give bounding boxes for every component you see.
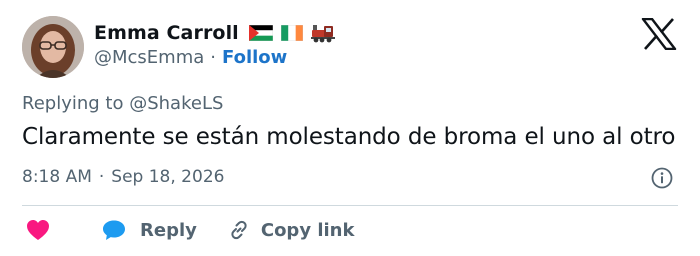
tweet-time[interactable]: 8:18 AM (22, 167, 92, 187)
author-display-name[interactable]: Emma Carroll (94, 22, 239, 44)
link-icon (231, 220, 247, 240)
author-handle[interactable]: @McsEmma (94, 47, 204, 68)
reply-button[interactable]: Reply (102, 219, 197, 241)
author-handle-row: @McsEmma · Follow (94, 47, 287, 68)
tweet-text: Claramente se están molestando de broma … (22, 124, 676, 150)
author-name-row: Emma Carroll (94, 20, 335, 46)
separator-dot: · (98, 167, 105, 187)
reply-label: Reply (140, 219, 197, 241)
avatar[interactable] (22, 16, 84, 78)
separator-dot: · (210, 47, 217, 68)
palestine-flag-icon (248, 25, 273, 41)
replying-to-line: Replying to @ShakeLS (22, 93, 223, 114)
replying-prefix: Replying to (22, 93, 124, 114)
heart-icon (27, 220, 49, 240)
locomotive-icon (310, 25, 335, 43)
follow-button[interactable]: Follow (222, 47, 287, 68)
divider (22, 205, 678, 206)
replying-to-mention[interactable]: @ShakeLS (129, 93, 223, 114)
copy-link-label: Copy link (260, 219, 355, 241)
author-flag-emojis (248, 23, 335, 43)
tweet-actions-bar: Reply Copy link (26, 216, 354, 244)
x-logo-icon[interactable] (641, 18, 677, 50)
info-icon[interactable] (650, 166, 674, 190)
reply-bubble-icon (103, 220, 125, 240)
tweet-timestamp[interactable]: 8:18 AM · Sep 18, 2026 (22, 167, 224, 187)
copy-link-button[interactable]: Copy link (227, 218, 355, 242)
ireland-flag-icon (280, 25, 303, 41)
like-button[interactable] (26, 219, 50, 241)
tweet-date[interactable]: Sep 18, 2026 (111, 167, 224, 187)
